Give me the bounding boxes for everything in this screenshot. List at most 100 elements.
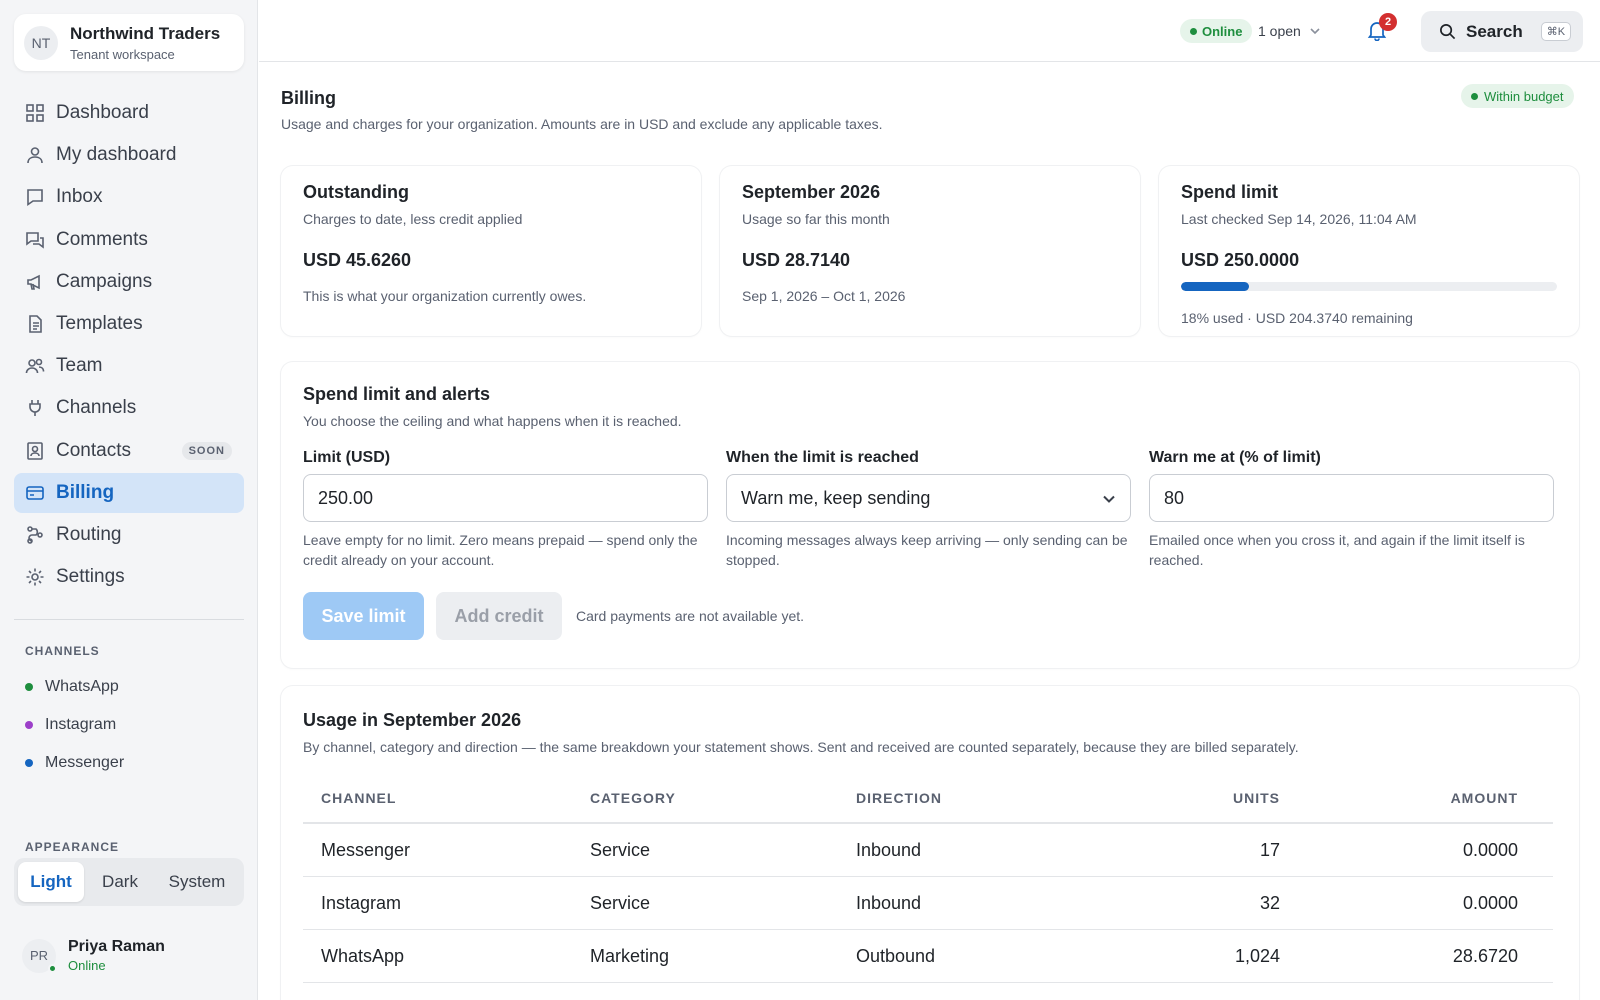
channel-item-instagram[interactable]: Instagram [25,706,124,744]
outstanding-title: Outstanding [303,182,409,202]
sidebar-item-label: Comments [56,228,148,250]
appearance-toggle: Light Dark System [14,858,244,906]
workspace-avatar: NT [24,25,58,60]
megaphone-icon [24,271,46,293]
workspace-switcher[interactable]: NT Northwind Traders Tenant workspace [14,14,244,71]
document-icon [24,313,46,335]
sidebar-item-billing[interactable]: Billing [14,472,244,513]
sidebar-item-label: Settings [56,566,125,588]
cell-direction: Inbound [856,892,922,913]
table-row: Instagram Service Inbound 32 0.0000 [303,877,1553,930]
chevron-down-icon [1103,495,1115,503]
channel-label: WhatsApp [45,678,119,695]
workspace-subtitle: Tenant workspace [70,46,175,62]
sidebar-item-comments[interactable]: Comments [14,220,244,260]
sidebar-item-label: Templates [56,312,143,334]
status-dot [1190,27,1197,35]
cell-category: Service [590,839,651,860]
cell-units: 1,024 [1234,945,1280,966]
contacts-icon [24,440,46,462]
outstanding-card: Outstanding Charges to date, less credit… [281,166,701,336]
card-payments-note: Card payments are not available yet. [576,608,805,624]
limit-action-value: Warn me, keep sending [741,487,931,508]
spend-limit-card: Spend limit Last checked Sep 14, 2026, 1… [1159,166,1579,336]
sidebar-item-label: Inbox [56,186,103,208]
appearance-dark[interactable]: Dark [84,862,156,902]
limit-action-select[interactable]: Warn me, keep sending [726,474,1131,522]
avatar: PR [22,938,57,973]
sidebar-item-my-dashboard[interactable]: My dashboard [14,135,244,175]
add-credit-button[interactable]: Add credit [436,592,562,640]
month-period: Sep 1, 2026 – Oct 1, 2026 [742,288,906,304]
sidebar-item-templates[interactable]: Templates [14,304,244,344]
table-row: WhatsApp Marketing Outbound 1,024 28.672… [303,930,1553,983]
table-row: Messenger Service Inbound 17 0.0000 [303,824,1553,877]
channel-label: Instagram [45,716,117,733]
user-profile[interactable]: PR Priya Raman Online [22,938,165,973]
usage-subtitle: By channel, category and direction — the… [303,739,1299,755]
sidebar-item-team[interactable]: Team [14,346,244,386]
month-title: September 2026 [742,182,881,202]
channels-heading: CHANNELS [25,644,100,658]
avatar-initials: PR [29,948,49,963]
cell-amount: 28.6720 [1452,945,1518,966]
outstanding-value: USD 45.6260 [303,250,412,270]
billing-page: Billing Usage and charges for your organ… [259,62,1600,1000]
sidebar-item-campaigns[interactable]: Campaigns [14,262,244,302]
month-value: USD 28.7140 [742,250,851,270]
status-dot [1471,92,1478,100]
sidebar: NT Northwind Traders Tenant workspace Da… [0,0,258,1000]
sidebar-item-inbox[interactable]: Inbox [14,177,244,217]
cell-amount: 0.0000 [1462,839,1518,860]
column-header-amount: AMOUNT [1450,790,1518,806]
plug-icon [24,397,46,419]
cell-units: 32 [1259,892,1280,913]
month-subtitle: Usage so far this month [742,211,890,227]
search-label: Search [1466,21,1523,41]
cell-direction: Inbound [856,839,922,860]
user-name: Priya Raman [68,938,165,955]
coming-soon-badge: SOON [181,441,232,460]
search-icon [1440,24,1456,40]
cell-direction: Outbound [856,945,936,966]
routing-icon [24,524,46,546]
appearance-system[interactable]: System [156,862,238,902]
page-subtitle: Usage and charges for your organization.… [281,116,883,132]
channel-item-messenger[interactable]: Messenger [25,744,124,782]
cell-category: Service [590,892,651,913]
column-header-direction: DIRECTION [856,790,942,806]
limit-input[interactable]: 250.00 [303,474,708,522]
channel-item-whatsapp[interactable]: WhatsApp [25,668,124,706]
outstanding-subtitle: Charges to date, less credit applied [303,211,523,227]
spend-progress-bar [1181,282,1557,291]
spend-limit-subtitle: Last checked Sep 14, 2026, 11:04 AM [1181,211,1417,227]
sidebar-item-channels[interactable]: Channels [14,388,244,428]
search-button[interactable]: Search ⌘K [1421,11,1583,52]
warn-threshold-input[interactable]: 80 [1149,474,1554,522]
usage-section: Usage in September 2026 By channel, cate… [281,686,1579,1000]
limit-help: Leave empty for no limit. Zero means pre… [303,532,698,568]
spend-limit-note: 18% used · USD 204.3740 remaining [1181,310,1413,326]
save-limit-button[interactable]: Save limit [303,592,424,640]
inbox-icon [24,186,46,208]
cell-channel: WhatsApp [321,945,405,966]
cell-amount: 0.0000 [1462,892,1518,913]
status-dot [25,683,33,691]
search-shortcut: ⌘K [1540,22,1572,41]
gear-icon [24,566,46,588]
cell-channel: Instagram [321,892,402,913]
sidebar-item-contacts[interactable]: Contacts SOON [14,431,244,471]
notification-count-badge: 2 [1379,13,1397,31]
sidebar-item-label: Channels [56,397,137,419]
appearance-light[interactable]: Light [18,862,84,902]
outstanding-note: This is what your organization currently… [303,288,587,304]
sidebar-item-routing[interactable]: Routing [14,515,244,555]
usage-table: CHANNEL CATEGORY DIRECTION UNITS AMOUNT … [303,774,1553,983]
sidebar-item-settings[interactable]: Settings [14,557,244,597]
channel-list: WhatsApp Instagram Messenger [25,668,124,782]
sidebar-item-label: My dashboard [56,144,177,166]
sidebar-item-dashboard[interactable]: Dashboard [14,93,244,133]
open-conversations-dropdown[interactable]: 1 open [1258,23,1321,39]
status-dot [25,759,33,767]
main-nav: Dashboard My dashboard Inbox Comments Ca… [14,93,244,599]
